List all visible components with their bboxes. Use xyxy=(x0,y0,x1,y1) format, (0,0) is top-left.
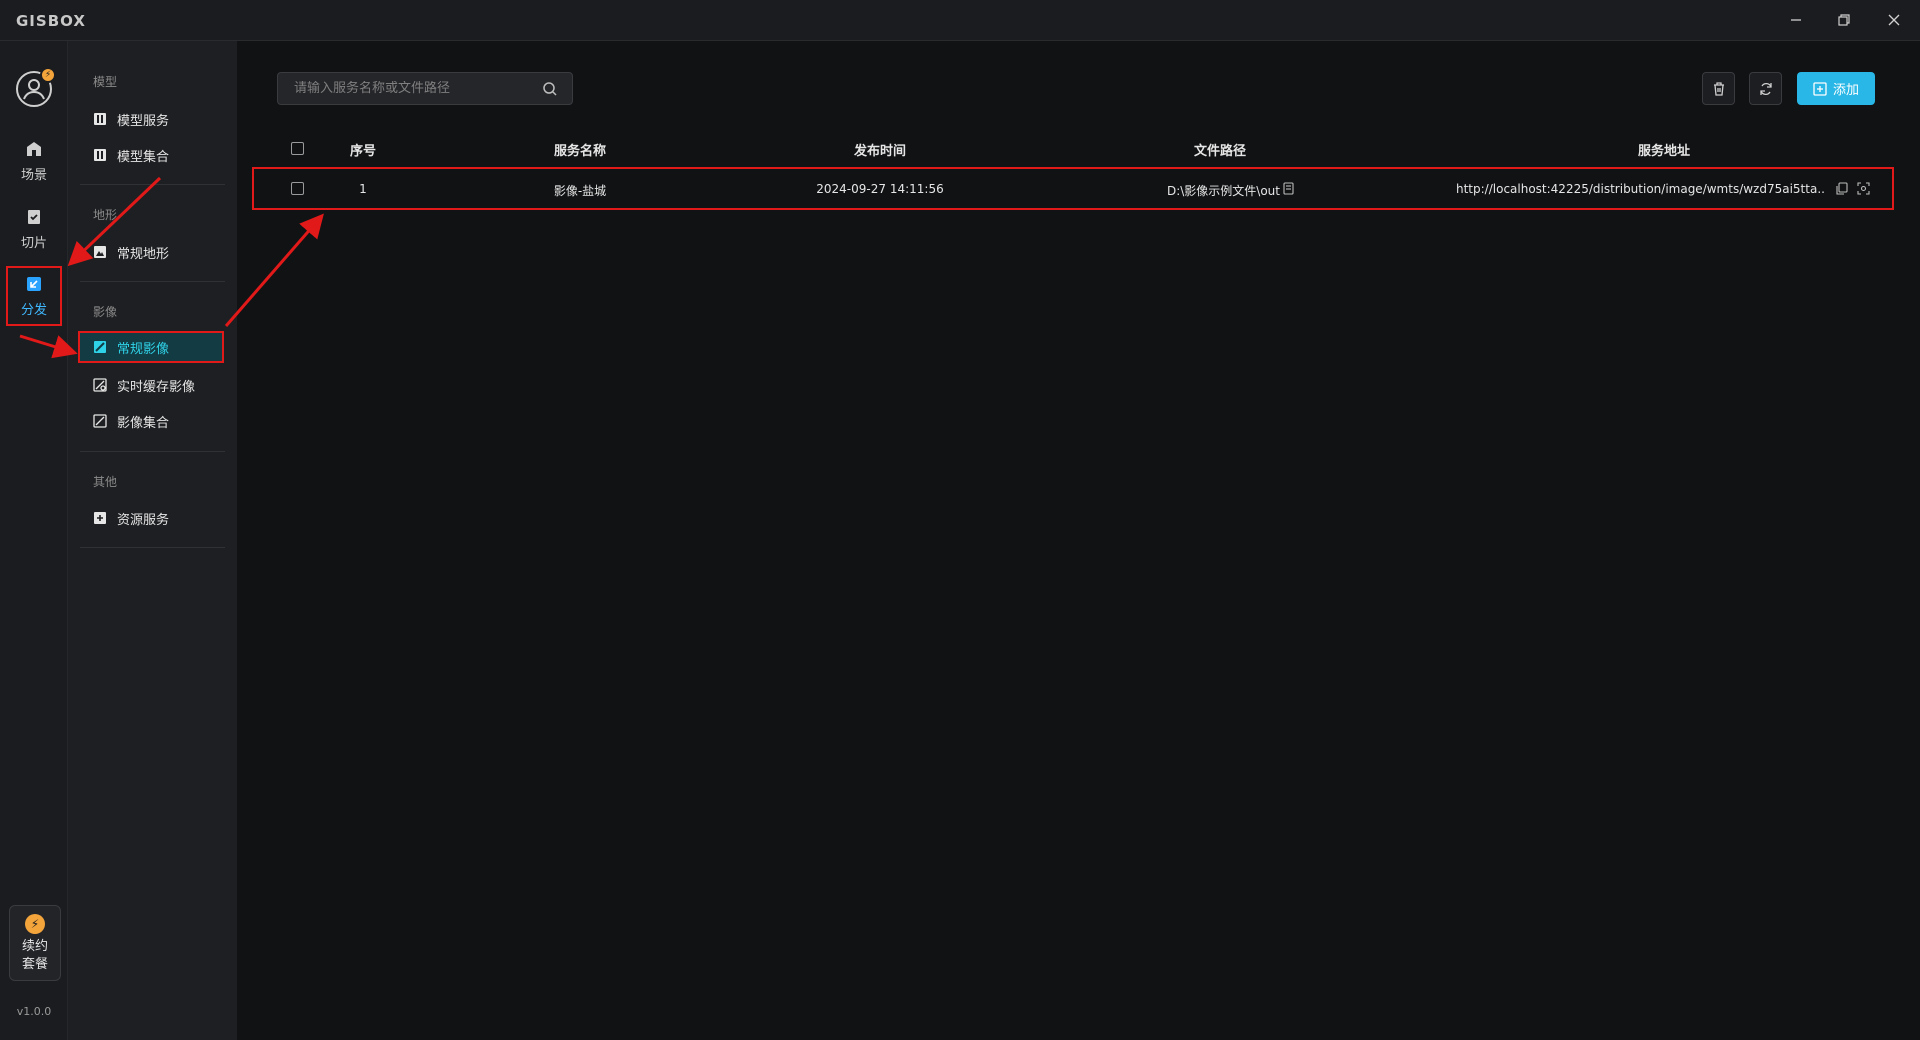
restore-icon[interactable] xyxy=(1831,8,1857,32)
rail-item-scene[interactable]: 场景 xyxy=(6,131,62,191)
search-input[interactable] xyxy=(294,81,534,96)
divider xyxy=(80,281,225,282)
column-header-url: 服务地址 xyxy=(1637,144,1690,159)
refresh-icon xyxy=(1759,82,1772,95)
menu-item-label: 实时缓存影像 xyxy=(117,379,196,395)
menu-item-label: 影像集合 xyxy=(117,415,170,431)
column-header-name: 服务名称 xyxy=(553,144,606,159)
distribute-icon xyxy=(27,276,41,291)
minimize-icon[interactable] xyxy=(1783,8,1809,32)
app-logo: GISBOX xyxy=(16,12,86,30)
rail-item-distribute[interactable]: 分发 xyxy=(6,266,62,326)
row-publish-time: 2024-09-27 14:11:56 xyxy=(816,182,944,196)
menu-item-regular-imagery[interactable]: 常规影像 xyxy=(78,331,224,363)
renew-label-2: 套餐 xyxy=(21,957,48,972)
delete-icon xyxy=(1713,81,1724,96)
divider xyxy=(80,451,225,452)
rail-item-label: 分发 xyxy=(20,302,47,318)
menu-item-realtime-cache-imagery[interactable]: 实时缓存影像 xyxy=(80,369,222,401)
menu-item-regular-terrain[interactable]: 常规地形 xyxy=(80,236,222,268)
menu-item-label: 模型集合 xyxy=(117,149,170,165)
rail-item-label: 切片 xyxy=(20,235,47,251)
add-button-label: 添加 xyxy=(1832,83,1859,98)
add-icon xyxy=(1813,81,1827,96)
imagery-icon xyxy=(94,341,106,353)
menu-item-label: 资源服务 xyxy=(117,512,170,528)
model-collection-icon xyxy=(94,149,106,161)
vip-badge-icon: ⚡ xyxy=(40,67,56,83)
column-header-path: 文件路径 xyxy=(1193,144,1246,159)
rail-item-label: 场景 xyxy=(20,167,47,183)
group-title-model: 模型 xyxy=(93,75,118,89)
avatar[interactable]: ⚡ xyxy=(16,67,56,107)
row-index: 1 xyxy=(359,182,367,196)
row-service-url: http://localhost:42225/distribution/imag… xyxy=(1456,182,1826,196)
imagery-collection-icon xyxy=(93,414,107,428)
column-header-index: 序号 xyxy=(349,144,376,159)
menu-item-imagery-collection[interactable]: 影像集合 xyxy=(80,405,222,437)
copy-url-icon[interactable] xyxy=(1835,182,1848,195)
sub-menu: 模型 模型服务 模型集合 地形 常规地形 影像 常规影像 实时缓存影像 影像集合… xyxy=(68,41,237,1040)
home-icon xyxy=(27,141,41,156)
delete-button[interactable] xyxy=(1702,72,1735,105)
row-checkbox[interactable] xyxy=(291,182,304,195)
copy-path-icon[interactable] xyxy=(1282,182,1295,195)
search-icon[interactable] xyxy=(542,81,558,97)
column-header-time: 发布时间 xyxy=(853,144,906,159)
renew-label-1: 续约 xyxy=(21,939,48,954)
app-version: v1.0.0 xyxy=(16,1005,52,1018)
nav-rail: ⚡ 场景 切片 分发 ⚡ 续约 套餐 v1.0.0 xyxy=(0,41,68,1040)
group-title-terrain: 地形 xyxy=(93,208,118,222)
slice-icon xyxy=(28,209,40,224)
menu-item-model-collection[interactable]: 模型集合 xyxy=(80,139,222,171)
close-icon[interactable] xyxy=(1881,8,1907,32)
divider xyxy=(80,547,225,548)
row-service-name: 影像-盐城 xyxy=(553,184,607,198)
preview-icon[interactable] xyxy=(1857,182,1870,195)
refresh-button[interactable] xyxy=(1749,72,1782,105)
menu-item-label: 常规地形 xyxy=(117,246,170,262)
search-box xyxy=(277,72,573,105)
group-title-other: 其他 xyxy=(93,475,118,489)
arrow-to-row xyxy=(224,213,324,327)
renew-plan-button[interactable]: ⚡ 续约 套餐 xyxy=(9,905,61,981)
menu-item-model-service[interactable]: 模型服务 xyxy=(80,103,222,135)
divider xyxy=(80,184,225,185)
terrain-icon xyxy=(94,246,106,258)
menu-item-label: 模型服务 xyxy=(117,113,170,129)
select-all-checkbox[interactable] xyxy=(291,142,304,155)
add-button[interactable]: 添加 xyxy=(1797,72,1875,105)
title-bar: GISBOX xyxy=(0,0,1920,41)
cache-imagery-icon xyxy=(93,378,107,392)
bolt-icon: ⚡ xyxy=(25,914,45,934)
model-service-icon xyxy=(94,113,106,125)
group-title-imagery: 影像 xyxy=(93,305,118,319)
rail-item-slice[interactable]: 切片 xyxy=(6,199,62,259)
menu-item-resource-service[interactable]: 资源服务 xyxy=(80,502,222,534)
resource-icon xyxy=(94,512,106,524)
menu-item-label: 常规影像 xyxy=(117,341,170,357)
row-file-path: D:\影像示例文件\out xyxy=(1166,184,1280,198)
